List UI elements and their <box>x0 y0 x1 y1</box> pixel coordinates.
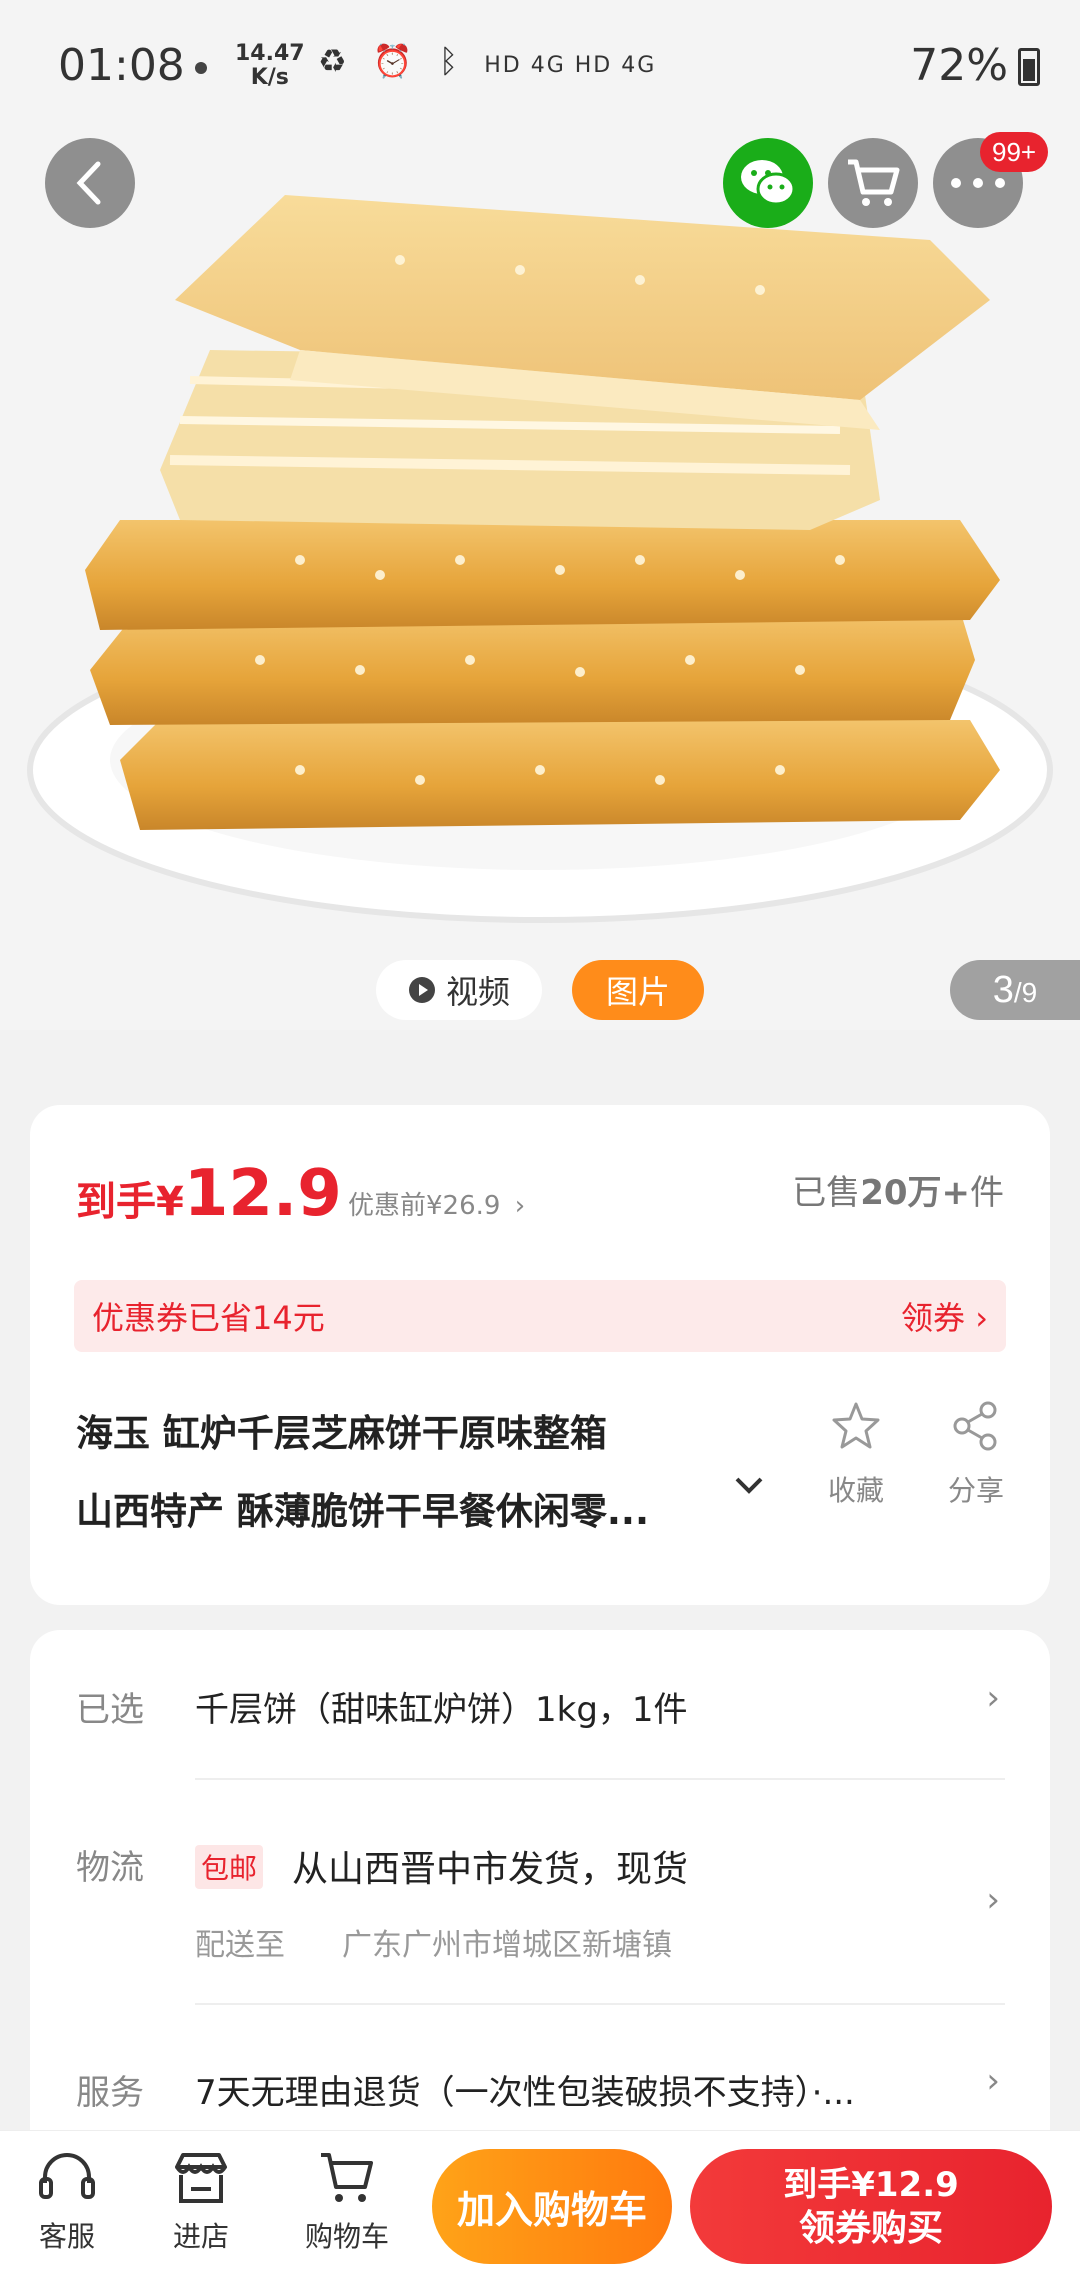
status-dot <box>195 62 207 74</box>
cart-tab-label: 购物车 <box>304 2220 389 2253</box>
deliver-to-label: 配送至 <box>195 1928 285 1963</box>
chevron-right-icon: › <box>514 1191 526 1221</box>
final-price-value: 12.9 <box>183 1157 342 1231</box>
wechat-icon <box>741 160 796 206</box>
image-counter: 3 /9 <box>950 960 1080 1020</box>
share-icon <box>953 1401 997 1451</box>
shipping-value: 从山西晋中市发货，现货 <box>292 1849 689 1890</box>
tab-video[interactable]: 视频 <box>376 960 542 1020</box>
image-counter-current: 3 <box>992 968 1014 1011</box>
more-dots-icon <box>951 178 1005 188</box>
network-speed-unit: K/s <box>250 65 289 90</box>
share-button[interactable]: 分享 <box>936 1400 1016 1509</box>
final-price-prefix: 到手¥ <box>76 1179 184 1225</box>
sold-suffix: 件 <box>970 1173 1004 1213</box>
chevron-right-icon: › <box>986 2061 1000 2101</box>
bluetooth-icon: ᛒ <box>438 42 467 80</box>
free-shipping-badge: 包邮 <box>195 1845 264 1889</box>
product-title-line2: 山西特产 酥薄脆饼干早餐休闲零... <box>76 1490 650 1533</box>
network-speed: 14.47 K/s <box>235 42 305 90</box>
coupon-action[interactable]: 领券 › <box>901 1293 988 1339</box>
chevron-right-icon: › <box>986 1880 1000 1920</box>
deliver-to-value: 广东广州市增城区新塘镇 <box>342 1928 672 1963</box>
buy-price: 到手¥12.9 <box>783 2164 959 2205</box>
add-to-cart-button[interactable]: 加入购物车 <box>432 2149 672 2264</box>
buy-label: 领券购买 <box>798 2207 943 2249</box>
wechat-share-button[interactable] <box>723 138 813 228</box>
original-price: 优惠前¥26.9 <box>348 1191 501 1221</box>
chevron-left-icon <box>76 161 101 205</box>
cart-icon <box>321 2153 373 2202</box>
coupon-banner[interactable]: 优惠券已省14元 领券 › <box>74 1280 1006 1352</box>
signal-icon: HD 4G HD 4G <box>484 53 657 78</box>
status-time: 01:08 <box>58 40 185 91</box>
status-icons: ♻ ⏰ ᛒ HD 4G HD 4G <box>318 42 656 80</box>
product-info-card: 到手¥ 12.9 优惠前¥26.9 › 已售20万+件 优惠券已省14元 领券 … <box>30 1105 1050 1605</box>
tab-video-label: 视频 <box>445 973 510 1011</box>
selected-label: 已选 <box>76 1690 144 1730</box>
tab-image[interactable]: 图片 <box>572 960 704 1020</box>
service-row[interactable]: 服务 7天无理由退货（一次性包装破损不支持）·... › <box>30 2005 1050 2145</box>
cart-tab-button[interactable]: 购物车 <box>292 2149 402 2255</box>
store-icon <box>175 2153 227 2203</box>
tab-image-label: 图片 <box>605 973 670 1011</box>
store-button[interactable]: 进店 <box>146 2149 256 2255</box>
shipping-label: 物流 <box>76 1848 144 1888</box>
sold-prefix: 已售 <box>792 1173 861 1213</box>
recycle-icon: ♻ <box>318 42 355 80</box>
coupon-text: 优惠券已省14元 <box>92 1299 325 1337</box>
bottom-action-bar: 客服 进店 购物车 加入购物车 到手¥12.9 领券购买 <box>0 2130 1080 2280</box>
service-value: 7天无理由退货（一次性包装破损不支持）·... <box>195 2073 855 2113</box>
notification-badge: 99+ <box>980 132 1049 172</box>
favorite-label: 收藏 <box>827 1474 884 1507</box>
service-label: 服务 <box>76 2073 144 2113</box>
details-card: 已选 千层饼（甜味缸炉饼）1kg，1件 › 物流 包邮 从山西晋中市发货，现货 … <box>30 1630 1050 2160</box>
selected-value: 千层饼（甜味缸炉饼）1kg，1件 <box>195 1690 688 1730</box>
network-speed-value: 14.47 <box>235 41 305 66</box>
buy-with-coupon-button[interactable]: 到手¥12.9 领券购买 <box>690 2149 1052 2264</box>
product-image-gallery[interactable]: 99+ 视频 图片 3 /9 <box>0 0 1080 1030</box>
product-title-line1: 海玉 缸炉千层芝麻饼干原味整箱 <box>76 1412 607 1455</box>
customer-service-button[interactable]: 客服 <box>12 2149 122 2255</box>
cart-icon <box>848 159 900 206</box>
battery-icon <box>1018 48 1040 86</box>
headset-icon <box>39 2153 95 2199</box>
sold-count: 已售20万+件 <box>792 1165 1004 1214</box>
chevron-right-icon: › <box>986 1678 1000 1718</box>
sold-value: 20万+ <box>860 1173 970 1213</box>
chevron-down-icon <box>735 1477 763 1494</box>
product-photo <box>27 195 1053 923</box>
back-button[interactable] <box>45 138 135 228</box>
star-icon <box>832 1402 880 1449</box>
expand-title-button[interactable] <box>734 1475 774 1515</box>
share-label: 分享 <box>947 1474 1004 1507</box>
image-counter-total: /9 <box>1013 977 1038 1008</box>
selected-spec-row[interactable]: 已选 千层饼（甜味缸炉饼）1kg，1件 › <box>30 1630 1050 1780</box>
product-title[interactable]: 海玉 缸炉千层芝麻饼干原味整箱 山西特产 酥薄脆饼干早餐休闲零... <box>76 1395 776 1551</box>
original-price-link[interactable]: 优惠前¥26.9 › <box>348 1185 525 1222</box>
status-bar: 01:08 14.47 K/s ♻ ⏰ ᛒ HD 4G HD 4G 72% <box>0 0 1080 130</box>
store-label: 进店 <box>172 2220 229 2253</box>
shipping-row[interactable]: 物流 包邮 从山西晋中市发货，现货 配送至 广东广州市增城区新塘镇 › <box>30 1780 1050 2005</box>
add-to-cart-label: 加入购物车 <box>456 2188 647 2232</box>
final-price: 到手¥ 12.9 <box>76 1157 342 1231</box>
battery-level: 72% <box>910 40 1008 91</box>
coupon-action-label: 领券 <box>901 1299 966 1337</box>
favorite-button[interactable]: 收藏 <box>816 1400 896 1509</box>
alarm-icon: ⏰ <box>372 42 421 80</box>
play-icon <box>408 977 435 1003</box>
customer-service-label: 客服 <box>38 2220 95 2253</box>
cart-button[interactable] <box>828 138 918 228</box>
chevron-right-icon: › <box>975 1299 988 1337</box>
